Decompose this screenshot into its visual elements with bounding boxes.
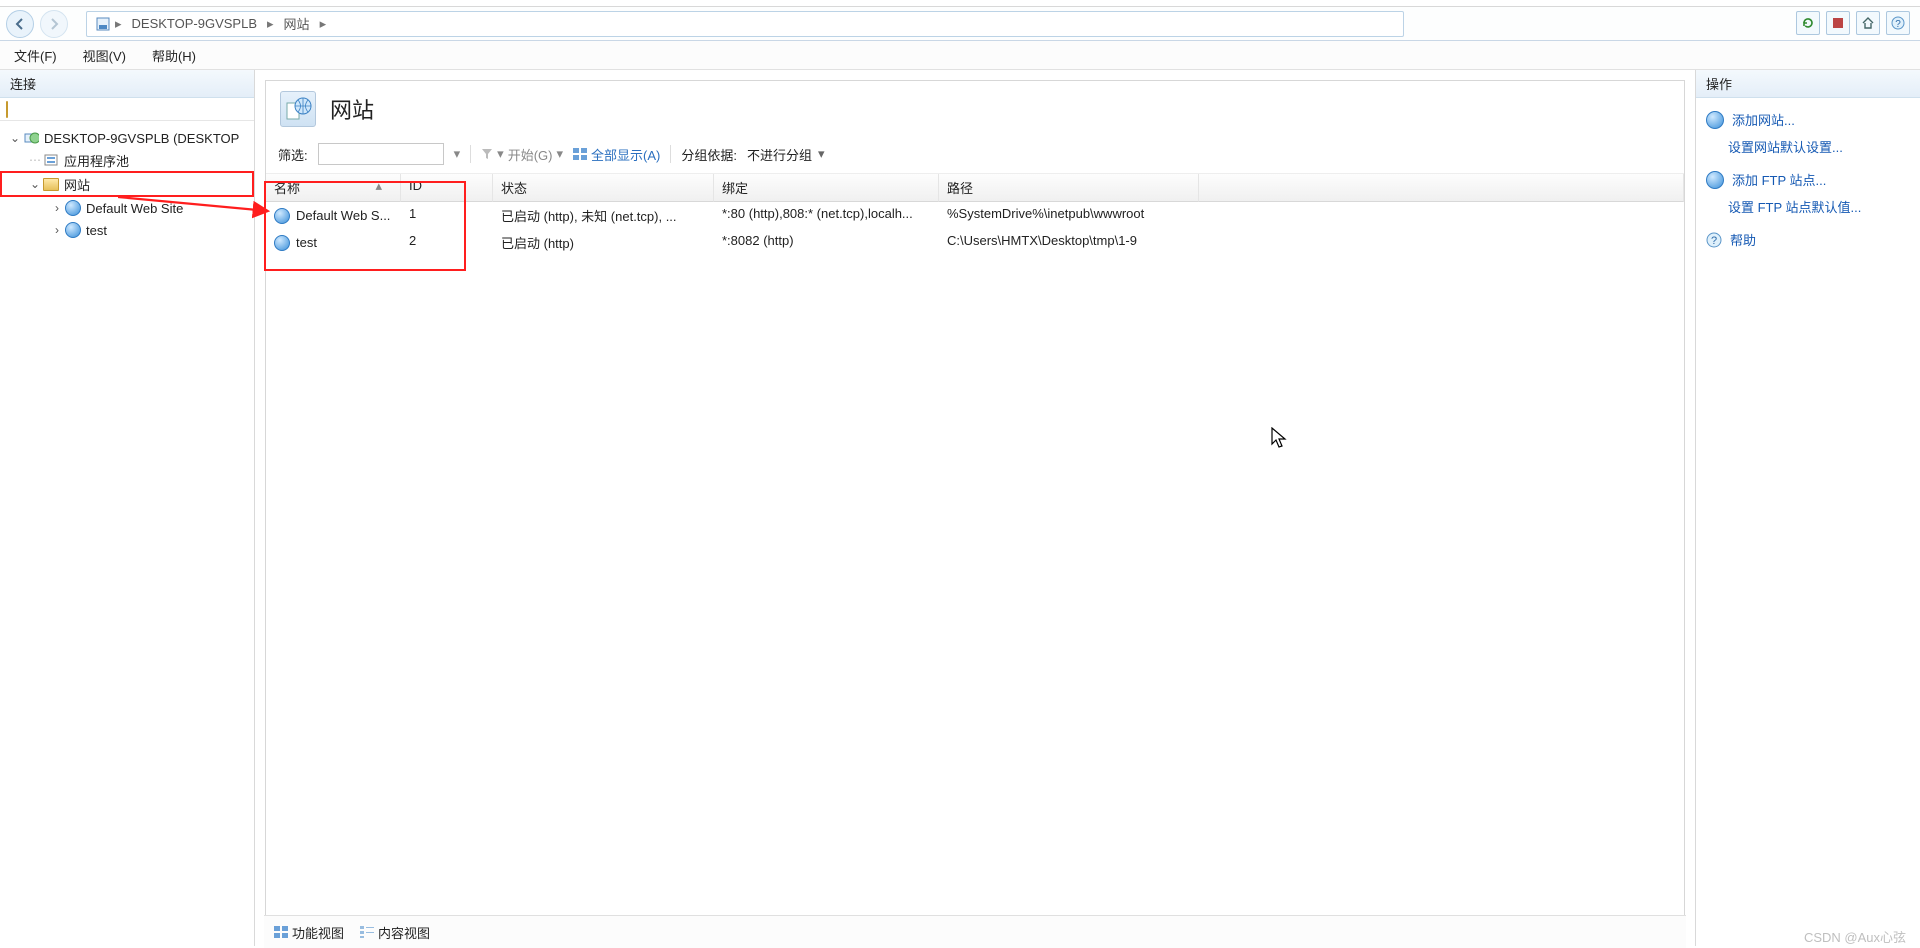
watermark-text: CSDN @Aux心弦	[1804, 927, 1906, 946]
col-binding[interactable]: 绑定	[714, 174, 939, 202]
connections-pane: 连接 ⌄ DESKTOP-9GVSPLB (DESKTOP ⋯ 应用程序池 ⌄ …	[0, 70, 255, 946]
page-title: 网站	[330, 93, 374, 125]
action-ftp-defaults[interactable]: 设置 FTP 站点默认值...	[1706, 193, 1910, 220]
sites-folder-icon	[42, 175, 60, 193]
row-path: C:\Users\HMTX\Desktop\tmp\1-9	[939, 229, 1199, 256]
expand-icon[interactable]: ›	[50, 223, 64, 237]
row-binding: *:80 (http),808:* (net.tcp),localh...	[714, 202, 939, 229]
list-icon	[360, 926, 374, 938]
filter-start-button[interactable]: ▾ 开始(G) ▾	[481, 145, 563, 164]
globe-icon	[1706, 171, 1724, 189]
filter-bar: 筛选: ▾ ▾ 开始(G) ▾ 全部显示(A) 分组依据: 不进行分组▾	[266, 141, 1684, 174]
show-all-button[interactable]: 全部显示(A)	[573, 145, 660, 164]
server-icon	[22, 129, 40, 147]
breadcrumb-sep: ▸	[320, 16, 327, 32]
row-blank	[1199, 202, 1684, 229]
address-bar: ▸ DESKTOP-9GVSPLB ▸ 网站 ▸ ?	[0, 7, 1920, 41]
action-add-ftp[interactable]: 添加 FTP 站点...	[1706, 166, 1910, 193]
funnel-icon	[481, 148, 493, 160]
tree-label: 网站	[64, 175, 90, 194]
nav-forward-button[interactable]	[40, 10, 68, 38]
sites-sheet: 网站 筛选: ▾ ▾ 开始(G) ▾ 全部显示(A) 分组依据: 不进行分组▾	[265, 80, 1685, 936]
grid-icon	[274, 926, 288, 938]
tree-dash: ⋯	[28, 153, 42, 167]
menu-file[interactable]: 文件(F)	[14, 46, 57, 65]
tree-sites[interactable]: ⌄ 网站	[0, 171, 254, 197]
row-binding: *:8082 (http)	[714, 229, 939, 256]
stop-button[interactable]	[1826, 11, 1850, 35]
tree-label: Default Web Site	[86, 201, 183, 216]
col-path[interactable]: 路径	[939, 174, 1199, 202]
collapse-icon[interactable]: ⌄	[28, 177, 42, 191]
tab-features-view[interactable]: 功能视图	[274, 923, 344, 942]
app-pool-icon	[42, 151, 60, 169]
iis-icon	[95, 16, 111, 32]
mouse-cursor-icon	[1271, 427, 1289, 451]
bottom-view-tabs: 功能视图 内容视图	[264, 915, 1686, 948]
tree-site-test[interactable]: › test	[0, 219, 254, 241]
breadcrumb[interactable]: ▸ DESKTOP-9GVSPLB ▸ 网站 ▸	[86, 11, 1404, 37]
menu-help[interactable]: 帮助(H)	[152, 46, 196, 65]
sites-list[interactable]: 名称▴ ID 状态 绑定 路径 Default Web S... 1 已启动 (…	[266, 174, 1684, 256]
connections-toolbar	[0, 98, 254, 121]
col-blank	[1199, 174, 1684, 202]
help-button[interactable]: ?	[1886, 11, 1910, 35]
breadcrumb-sep: ▸	[267, 16, 274, 32]
tree-site-default[interactable]: › Default Web Site	[0, 197, 254, 219]
row-blank	[1199, 229, 1684, 256]
breadcrumb-node[interactable]: 网站	[284, 14, 310, 33]
actions-header: 操作	[1696, 70, 1920, 98]
grid-icon	[573, 148, 587, 160]
globe-icon	[64, 221, 82, 239]
tree-root-label: DESKTOP-9GVSPLB (DESKTOP	[44, 131, 239, 146]
row-state: 已启动 (http), 未知 (net.tcp), ...	[493, 202, 714, 229]
collapse-icon[interactable]: ⌄	[8, 131, 22, 145]
sites-hero-icon	[280, 91, 316, 127]
breadcrumb-node[interactable]: DESKTOP-9GVSPLB	[132, 16, 257, 31]
group-by-select[interactable]: 不进行分组▾	[747, 145, 825, 164]
tree-root[interactable]: ⌄ DESKTOP-9GVSPLB (DESKTOP	[0, 127, 254, 149]
globe-icon	[64, 199, 82, 217]
group-by-label: 分组依据:	[681, 145, 737, 164]
menu-view[interactable]: 视图(V)	[83, 46, 126, 65]
action-help[interactable]: ? 帮助	[1706, 226, 1910, 253]
filter-input[interactable]	[318, 143, 444, 165]
tab-content-view[interactable]: 内容视图	[360, 923, 430, 942]
row-path: %SystemDrive%\inetpub\wwwroot	[939, 202, 1199, 229]
home-button[interactable]	[1856, 11, 1880, 35]
refresh-dropdown-button[interactable]	[1796, 11, 1820, 35]
tree-app-pools[interactable]: ⋯ 应用程序池	[0, 149, 254, 171]
filter-label: 筛选:	[278, 145, 308, 164]
row-state: 已启动 (http)	[493, 229, 714, 256]
breadcrumb-sep: ▸	[115, 16, 122, 32]
col-state[interactable]: 状态	[493, 174, 714, 202]
expand-icon[interactable]: ›	[50, 201, 64, 215]
help-icon: ?	[1706, 232, 1722, 248]
center-pane: 网站 筛选: ▾ ▾ 开始(G) ▾ 全部显示(A) 分组依据: 不进行分组▾	[255, 70, 1696, 946]
window-titlebar	[0, 0, 1920, 7]
action-add-website[interactable]: 添加网站...	[1706, 106, 1910, 133]
menu-bar: 文件(F) 视图(V) 帮助(H)	[0, 41, 1920, 70]
nav-back-button[interactable]	[6, 10, 34, 38]
folder-link-icon[interactable]	[6, 102, 8, 117]
tree-label: test	[86, 223, 107, 238]
tree-label: 应用程序池	[64, 151, 129, 170]
actions-pane: 操作 添加网站... 设置网站默认设置... 添加 FTP 站点... 设置 F…	[1696, 70, 1920, 946]
annotation-redbox	[264, 181, 466, 271]
svg-text:?: ?	[1711, 235, 1717, 247]
svg-text:?: ?	[1895, 19, 1901, 30]
action-site-defaults[interactable]: 设置网站默认设置...	[1706, 133, 1910, 160]
connections-tree[interactable]: ⌄ DESKTOP-9GVSPLB (DESKTOP ⋯ 应用程序池 ⌄ 网站 …	[0, 121, 254, 946]
globe-icon	[1706, 111, 1724, 129]
connections-header: 连接	[0, 70, 254, 98]
